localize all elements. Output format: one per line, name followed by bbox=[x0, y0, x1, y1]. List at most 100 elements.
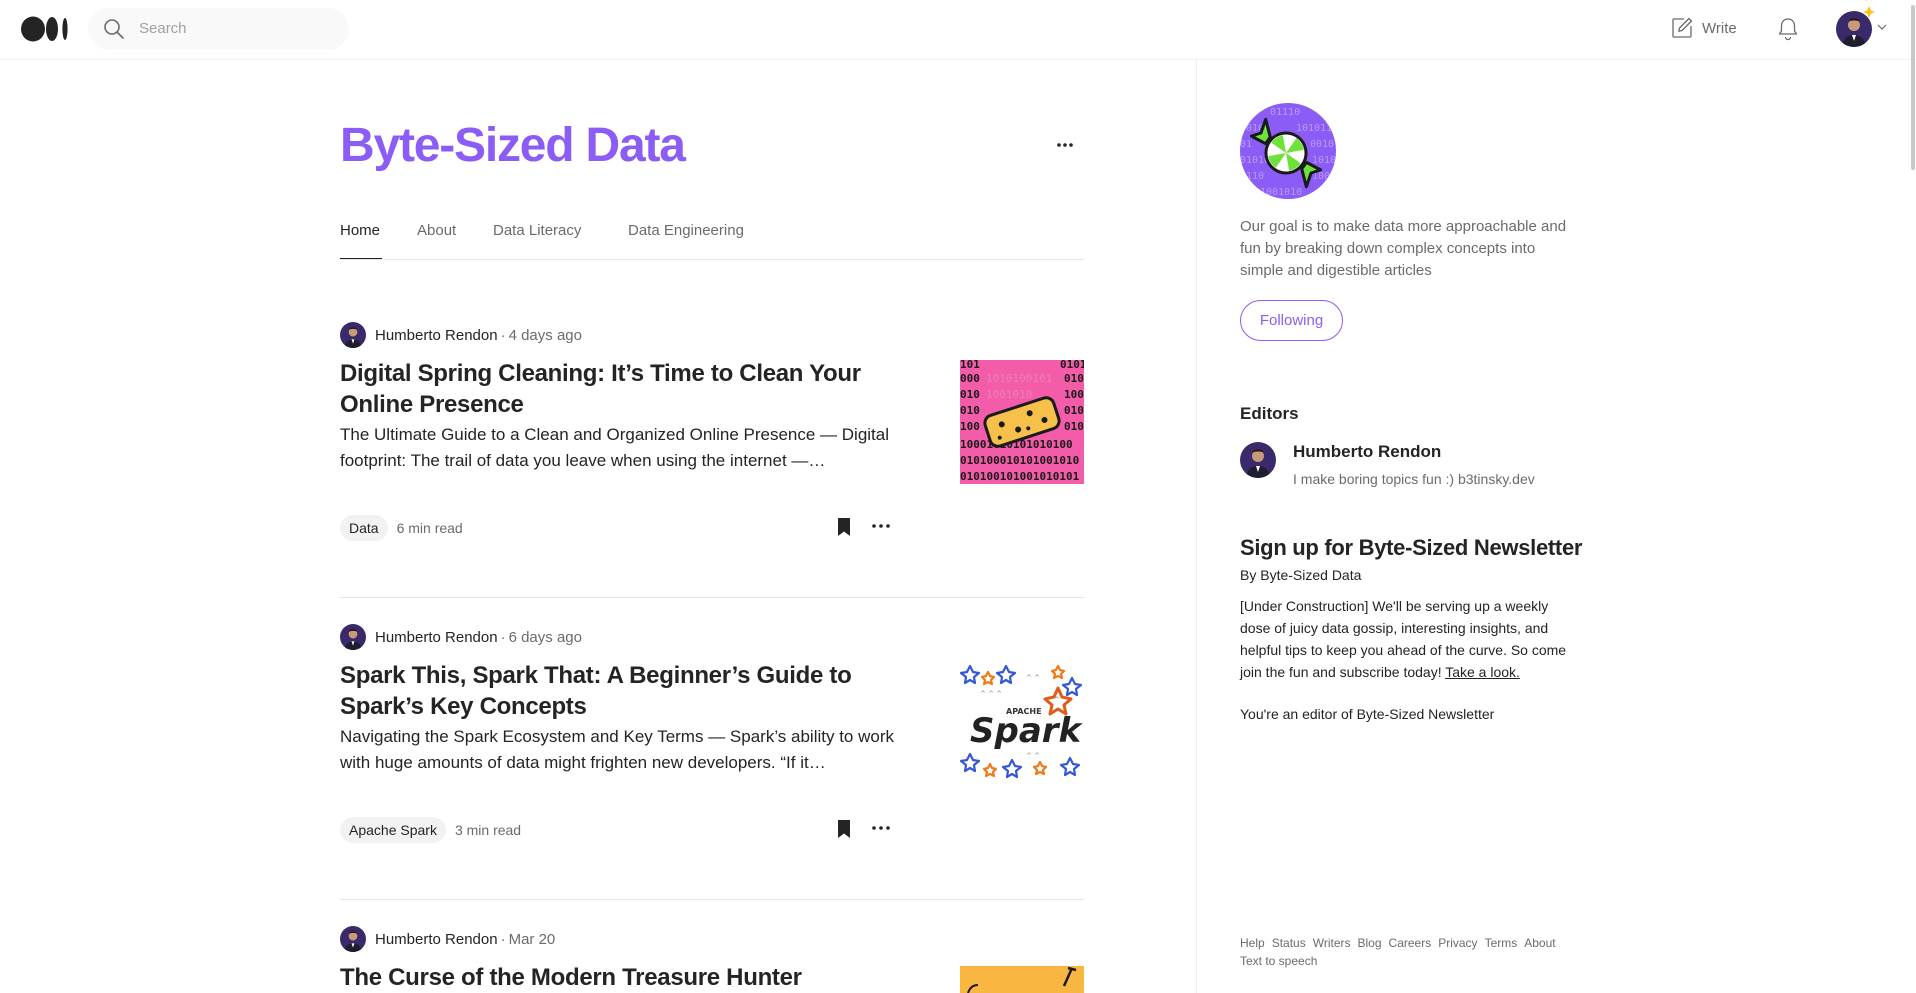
chevron-down-icon[interactable] bbox=[1877, 22, 1887, 32]
author-name[interactable]: Humberto Rendon bbox=[375, 931, 498, 948]
svg-text:01: 01 bbox=[1240, 139, 1252, 150]
article-subtitle[interactable]: The Ultimate Guide to a Clean and Organi… bbox=[340, 422, 900, 474]
svg-text:^ ^ ^: ^ ^ ^ bbox=[980, 690, 1002, 698]
article-divider bbox=[340, 899, 1084, 900]
scrollbar-thumb[interactable] bbox=[1911, 5, 1915, 170]
notifications-bell-icon[interactable] bbox=[1776, 16, 1800, 42]
svg-text:1001010: 1001010 bbox=[986, 388, 1032, 401]
svg-text:Spark: Spark bbox=[970, 711, 1084, 751]
svg-text:01110: 01110 bbox=[1270, 107, 1300, 118]
article-footer: Apache Spark 3 min read bbox=[340, 816, 900, 844]
svg-text:000: 000 bbox=[960, 372, 980, 385]
avatar-image bbox=[340, 926, 366, 952]
article-subtitle[interactable]: Navigating the Spark Ecosystem and Key T… bbox=[340, 724, 900, 776]
svg-text:100: 100 bbox=[960, 420, 980, 433]
post-date: 6 days ago bbox=[508, 628, 582, 646]
search-bar[interactable]: Search bbox=[88, 8, 349, 50]
take-a-look-link[interactable]: Take a look. bbox=[1445, 664, 1520, 680]
author-avatar[interactable] bbox=[340, 624, 366, 650]
svg-text:01010: 01010 bbox=[1064, 404, 1084, 417]
svg-text:01001010: 01001010 bbox=[1254, 187, 1302, 198]
footer-link-status[interactable]: Status bbox=[1272, 936, 1306, 950]
footer-link-text-to-speech[interactable]: Text to speech bbox=[1240, 954, 1317, 968]
newsletter-editor-note: You're an editor of Byte-Sized Newslette… bbox=[1240, 706, 1495, 722]
svg-text:010100010101001010: 010100010101001010 bbox=[960, 454, 1079, 467]
newsletter-description: [Under Construction] We'll be serving up… bbox=[1240, 595, 1580, 683]
article-thumbnail[interactable]: ^ ^ ^ ^ ^ ^ ^ ^ APACHE Spark bbox=[960, 662, 1084, 786]
write-icon bbox=[1672, 17, 1693, 38]
article-title[interactable]: The Curse of the Modern Treasure Hunter bbox=[340, 962, 940, 993]
svg-text:^ ^: ^ ^ bbox=[1026, 752, 1040, 760]
svg-text:0100: 0100 bbox=[1064, 372, 1084, 385]
post-date: 4 days ago bbox=[508, 326, 582, 344]
article-thumbnail[interactable] bbox=[960, 966, 1084, 993]
svg-text:010: 010 bbox=[960, 388, 980, 401]
tab-about[interactable]: About bbox=[417, 222, 456, 239]
avatar-image bbox=[1240, 442, 1276, 478]
editor-name[interactable]: Humberto Rendon bbox=[1293, 442, 1441, 462]
avatar-image bbox=[340, 322, 366, 348]
article-card[interactable]: Humberto Rendon · Mar 20 The Curse of th… bbox=[340, 926, 1084, 993]
binary-sponge-image: 101 0101 000 0100 010 1001 010 01010 100 0101… bbox=[960, 360, 1084, 484]
search-input[interactable]: Search bbox=[139, 20, 187, 37]
article-card[interactable]: Humberto Rendon · 4 days ago Digital Spr… bbox=[340, 322, 1084, 562]
article-title[interactable]: Digital Spring Cleaning: It’s Time to Cl… bbox=[340, 358, 900, 420]
article-meta: Humberto Rendon · 4 days ago bbox=[340, 322, 582, 348]
author-name[interactable]: Humberto Rendon bbox=[375, 327, 498, 344]
topic-tag[interactable]: Data bbox=[340, 515, 388, 541]
member-star-icon bbox=[1863, 6, 1875, 18]
footer-link-privacy[interactable]: Privacy bbox=[1438, 936, 1477, 950]
svg-text:1001: 1001 bbox=[1064, 388, 1084, 401]
publication-title[interactable]: Byte-Sized Data bbox=[340, 118, 686, 173]
bookmark-icon[interactable] bbox=[836, 517, 852, 537]
svg-text:1010110: 1010110 bbox=[1296, 123, 1336, 134]
article-thumbnail[interactable]: 101 0101 000 0100 010 1001 010 01010 100 0101… bbox=[960, 360, 1084, 484]
topic-tag[interactable]: Apache Spark bbox=[340, 817, 446, 843]
avatar-image bbox=[340, 624, 366, 650]
following-button[interactable]: Following bbox=[1240, 300, 1343, 341]
svg-text:1110: 1110 bbox=[1240, 171, 1264, 182]
editor-avatar[interactable] bbox=[1240, 442, 1276, 478]
svg-text:010100101001010101: 010100101001010101 bbox=[960, 470, 1080, 483]
article-card[interactable]: Humberto Rendon · 6 days ago Spark This,… bbox=[340, 624, 1084, 864]
svg-text:010: 010 bbox=[960, 404, 980, 417]
footer-link-help[interactable]: Help bbox=[1240, 936, 1265, 950]
meta-separator: · bbox=[500, 628, 506, 646]
article-title[interactable]: Spark This, Spark That: A Beginner’s Gui… bbox=[340, 660, 900, 722]
author-name[interactable]: Humberto Rendon bbox=[375, 629, 498, 646]
publication-description: Our goal is to make data more approachab… bbox=[1240, 218, 1567, 279]
svg-text:0101: 0101 bbox=[1060, 360, 1084, 371]
tab-data-engineering[interactable]: Data Engineering bbox=[628, 222, 744, 239]
publication-logo[interactable]: 01110 010 1010110 01 0010 01010 1010 1110 01… bbox=[1240, 103, 1336, 199]
column-divider bbox=[1196, 60, 1197, 993]
svg-text:^ ^: ^ ^ bbox=[1026, 674, 1040, 682]
bookmark-icon[interactable] bbox=[836, 819, 852, 839]
article-divider bbox=[340, 597, 1084, 598]
footer-link-about[interactable]: About bbox=[1524, 936, 1555, 950]
author-avatar[interactable] bbox=[340, 322, 366, 348]
footer-link-blog[interactable]: Blog bbox=[1358, 936, 1382, 950]
more-options-icon[interactable] bbox=[871, 521, 891, 531]
footer-link-terms[interactable]: Terms bbox=[1485, 936, 1518, 950]
write-button[interactable]: Write bbox=[1670, 15, 1737, 41]
more-options-icon[interactable] bbox=[1055, 140, 1075, 150]
more-options-icon[interactable] bbox=[871, 823, 891, 833]
article-footer: Data 6 min read bbox=[340, 514, 900, 542]
search-icon bbox=[104, 19, 124, 39]
svg-text:1010100101: 1010100101 bbox=[986, 372, 1052, 385]
footer-link-writers[interactable]: Writers bbox=[1313, 936, 1351, 950]
publication-tabs: Home About Data Literacy Data Engineerin… bbox=[340, 218, 1084, 260]
editors-heading: Editors bbox=[1240, 404, 1299, 423]
author-avatar[interactable] bbox=[340, 926, 366, 952]
svg-text:01010: 01010 bbox=[1064, 420, 1084, 433]
footer-link-careers[interactable]: Careers bbox=[1389, 936, 1432, 950]
meta-separator: · bbox=[500, 326, 506, 344]
medium-logo[interactable] bbox=[21, 16, 71, 42]
tab-home[interactable]: Home bbox=[340, 222, 380, 239]
tab-data-literacy[interactable]: Data Literacy bbox=[493, 222, 581, 239]
article-meta: Humberto Rendon · Mar 20 bbox=[340, 926, 555, 952]
read-time: 3 min read bbox=[454, 822, 522, 838]
top-bar: Search Write bbox=[0, 0, 1916, 60]
newsletter-title: Sign up for Byte-Sized Newsletter bbox=[1240, 535, 1583, 560]
newsletter-byline: By Byte-Sized Data bbox=[1240, 567, 1362, 583]
